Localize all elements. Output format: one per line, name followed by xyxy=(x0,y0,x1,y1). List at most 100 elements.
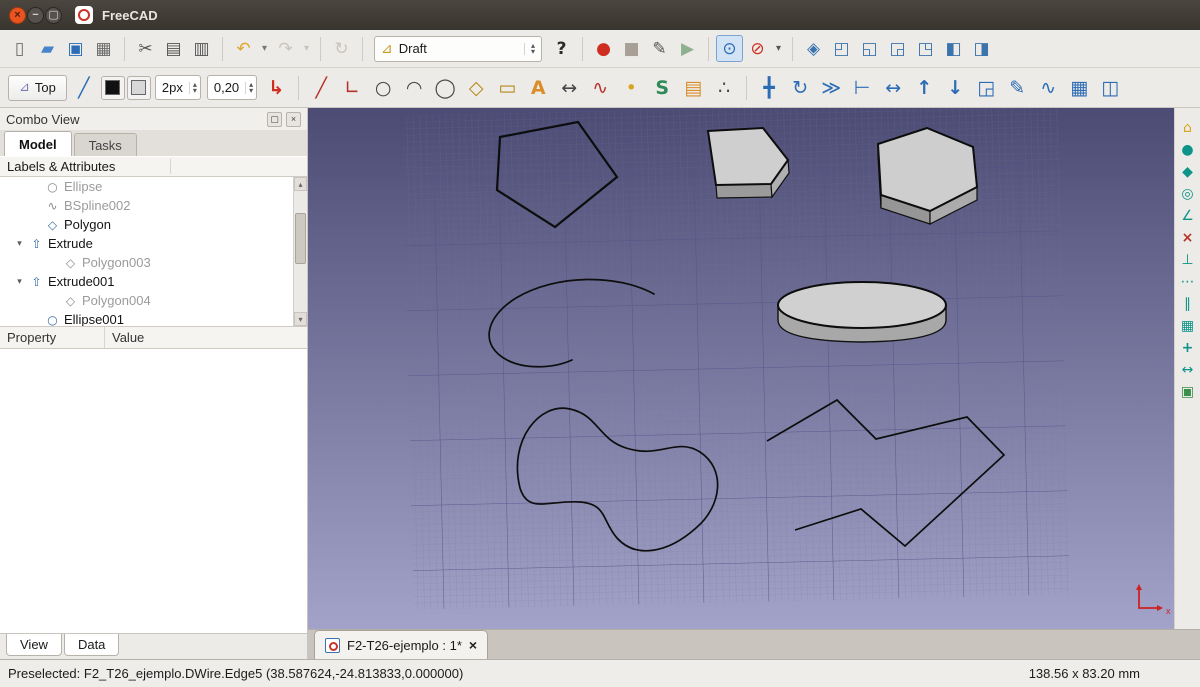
cylinder-shape[interactable] xyxy=(778,282,946,342)
scale-spinner[interactable]: 0,20 ▴ ▾ xyxy=(207,75,257,100)
autogroup-icon[interactable]: ↳ xyxy=(261,73,291,103)
edit-macro-icon[interactable]: ✎ xyxy=(646,35,673,62)
working-plane-button[interactable]: ⊿ Top xyxy=(8,75,67,101)
line-color-swatch[interactable] xyxy=(101,76,125,100)
drawstyle-icon[interactable]: ⊘ xyxy=(744,35,771,62)
left-view-icon[interactable]: ◨ xyxy=(968,35,995,62)
paste-icon[interactable]: ▥ xyxy=(188,35,215,62)
snap-ortho-icon[interactable]: + xyxy=(1177,337,1198,358)
draft-polygon-icon[interactable]: ◇ xyxy=(461,73,491,103)
record-macro-icon[interactable]: ● xyxy=(590,35,617,62)
draft-edit-icon[interactable]: ✎ xyxy=(1002,73,1032,103)
draft-point-icon[interactable]: • xyxy=(616,73,646,103)
right-view-icon[interactable]: ◲ xyxy=(884,35,911,62)
drawstyle-menu-icon[interactable]: ▾ xyxy=(772,35,785,62)
snap-angle-icon[interactable]: ∠ xyxy=(1177,205,1198,226)
redo-icon[interactable]: ↷ xyxy=(272,35,299,62)
property-table-body[interactable] xyxy=(0,349,307,633)
tree-item-ellipse001[interactable]: ○ Ellipse001 xyxy=(0,310,293,327)
scrollbar-thumb[interactable] xyxy=(295,213,306,264)
draft-rotate-icon[interactable]: ↻ xyxy=(785,73,815,103)
tab-tasks[interactable]: Tasks xyxy=(74,133,137,156)
top-view-icon[interactable]: ◱ xyxy=(856,35,883,62)
minimize-button[interactable]: − xyxy=(27,7,44,24)
tree-scrollbar[interactable]: ▴ ▾ xyxy=(293,177,307,326)
draft-mirror-icon[interactable]: ◫ xyxy=(1095,73,1125,103)
tree-item-polygon003[interactable]: ◇ Polygon003 xyxy=(0,253,293,272)
rear-view-icon[interactable]: ◳ xyxy=(912,35,939,62)
scroll-down-button[interactable]: ▾ xyxy=(294,312,307,326)
draft-offset-icon[interactable]: ≫ xyxy=(816,73,846,103)
3d-viewport[interactable]: x xyxy=(308,108,1174,629)
combo-arrows-icon[interactable]: ▴ ▾ xyxy=(524,43,535,55)
draft-line-icon[interactable]: ╱ xyxy=(306,73,336,103)
snap-extension-icon[interactable]: ⋯ xyxy=(1177,271,1198,292)
new-document-icon[interactable]: ▯ xyxy=(6,35,33,62)
draft-stretch-icon[interactable]: ↔ xyxy=(878,73,908,103)
draft-wire2bspline-icon[interactable]: ∿ xyxy=(1033,73,1063,103)
undo-icon[interactable]: ↶ xyxy=(230,35,257,62)
zoom-icon[interactable]: ⊙ xyxy=(716,35,743,62)
snap-workingplane-icon[interactable]: ▣ xyxy=(1177,381,1198,402)
draft-wire-icon[interactable]: ∟ xyxy=(337,73,367,103)
draft-text-icon[interactable]: A xyxy=(523,73,553,103)
bottom-view-icon[interactable]: ◧ xyxy=(940,35,967,62)
snap-parallel-icon[interactable]: ∥ xyxy=(1177,293,1198,314)
tree-item-polygon004[interactable]: ◇ Polygon004 xyxy=(0,291,293,310)
whatsthis-icon[interactable]: ? xyxy=(548,35,575,62)
print-icon[interactable]: ▦ xyxy=(90,35,117,62)
draft-label-icon[interactable]: ∴ xyxy=(709,73,739,103)
scroll-up-button[interactable]: ▴ xyxy=(294,177,307,191)
cut-icon[interactable]: ✂ xyxy=(132,35,159,62)
tree-item-extrude001[interactable]: ▾ ⇧ Extrude001 xyxy=(0,272,293,291)
workbench-selector[interactable]: ⊿ Draft ▴ ▾ xyxy=(374,36,542,62)
draft-shapestring-icon[interactable]: S xyxy=(647,73,677,103)
tree-item-extrude[interactable]: ▾ ⇧ Extrude xyxy=(0,234,293,253)
draft-scale-icon[interactable]: ◲ xyxy=(971,73,1001,103)
copy-icon[interactable]: ▤ xyxy=(160,35,187,62)
draft-rectangle-icon[interactable]: ▭ xyxy=(492,73,522,103)
front-view-icon[interactable]: ◰ xyxy=(828,35,855,62)
snap-endpoint-icon[interactable]: ● xyxy=(1177,139,1198,160)
tree-expander-icon[interactable]: ▾ xyxy=(14,238,25,249)
redo-menu-icon[interactable]: ▾ xyxy=(300,35,313,62)
tab-view[interactable]: View xyxy=(6,634,62,656)
stop-macro-icon[interactable]: ■ xyxy=(618,35,645,62)
tree-expander-icon[interactable]: ▾ xyxy=(14,276,25,287)
close-panel-button[interactable]: × xyxy=(286,112,301,127)
spinner-arrows-icon[interactable]: ▴ ▾ xyxy=(189,82,200,94)
draft-array-icon[interactable]: ▦ xyxy=(1064,73,1094,103)
face-color-swatch[interactable] xyxy=(127,76,151,100)
tab-model[interactable]: Model xyxy=(4,131,72,156)
draft-facebinder-icon[interactable]: ▤ xyxy=(678,73,708,103)
snap-lock-icon[interactable]: ⌂ xyxy=(1177,117,1198,138)
snap-center-icon[interactable]: ◎ xyxy=(1177,183,1198,204)
draft-dimension-icon[interactable]: ↔ xyxy=(554,73,584,103)
close-document-icon[interactable]: × xyxy=(469,637,477,653)
snap-midpoint-icon[interactable]: ◆ xyxy=(1177,161,1198,182)
line-width-spinner[interactable]: 2px ▴ ▾ xyxy=(155,75,201,100)
save-icon[interactable]: ▣ xyxy=(62,35,89,62)
snap-intersection-icon[interactable]: × xyxy=(1177,227,1198,248)
tree-item-polygon[interactable]: ◇ Polygon xyxy=(0,215,293,234)
close-button[interactable]: × xyxy=(9,7,26,24)
tree-item-bspline002[interactable]: ∿ BSpline002 xyxy=(0,196,293,215)
tab-data[interactable]: Data xyxy=(64,634,119,656)
document-tab[interactable]: F2-T26-ejemplo : 1* × xyxy=(314,630,488,659)
construction-mode-icon[interactable]: ╱ xyxy=(69,73,99,103)
float-panel-button[interactable]: ▢ xyxy=(267,112,282,127)
draft-circle-icon[interactable]: ○ xyxy=(368,73,398,103)
draft-move-icon[interactable]: ╋ xyxy=(754,73,784,103)
spinner-arrows-icon[interactable]: ▴ ▾ xyxy=(245,82,256,94)
snap-dimensions-icon[interactable]: ↔ xyxy=(1177,359,1198,380)
open-folder-icon[interactable]: ▰ xyxy=(34,35,61,62)
draft-downgrade-icon[interactable]: ↓ xyxy=(940,73,970,103)
refresh-icon[interactable]: ↻ xyxy=(328,35,355,62)
draft-arc-icon[interactable]: ◠ xyxy=(399,73,429,103)
draft-bspline-icon[interactable]: ∿ xyxy=(585,73,615,103)
draft-trim-icon[interactable]: ⊢ xyxy=(847,73,877,103)
draft-ellipse-icon[interactable]: ◯ xyxy=(430,73,460,103)
draft-upgrade-icon[interactable]: ↑ xyxy=(909,73,939,103)
axonometric-view-icon[interactable]: ◈ xyxy=(800,35,827,62)
tree-item-ellipse[interactable]: ○ Ellipse xyxy=(0,177,293,196)
